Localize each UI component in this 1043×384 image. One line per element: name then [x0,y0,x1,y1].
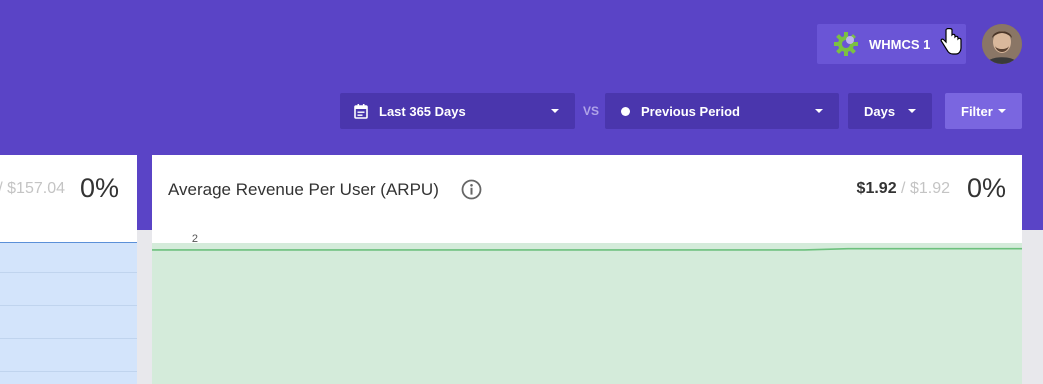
cursor-hand-icon [940,28,962,55]
gridline [0,305,137,306]
account-label: WHMCS 1 [869,36,931,52]
current-value: $1.92 [856,180,897,197]
change-percent: 0% [79,173,119,203]
y-tick-label: 2 [192,233,198,245]
vs-label: VS [583,104,600,118]
arpu-card: Average Revenue Per User (ARPU) $1.92 / … [152,155,1022,384]
previous-value: / $157.04 [0,180,65,197]
granularity-dropdown[interactable]: Days [848,93,932,129]
info-icon[interactable] [461,179,482,200]
arpu-chart: 21.81.61.41.21 [152,233,1022,384]
avatar [982,24,1022,64]
user-avatar[interactable] [982,24,1022,64]
granularity-label: Days [864,103,896,119]
gridline [0,338,137,339]
change-percent: 0% [966,173,1006,203]
gridline [0,371,137,372]
caret-down-icon [815,109,823,113]
gridline [0,272,137,273]
value-comparison: $1.92 / $1.92 [857,180,950,198]
caret-down-icon [998,109,1006,113]
filter-label: Filter [961,103,993,119]
filter-button[interactable]: Filter [945,93,1022,129]
previous-value: $1.92 [909,180,950,197]
compare-period-label: Previous Period [641,103,740,119]
metric-card-left: / $157.04 0% [0,155,137,384]
caret-down-icon [908,109,916,113]
dot-icon [621,106,630,116]
date-range-label: Last 365 Days [379,103,466,119]
calendar-icon [354,103,368,119]
series-area [152,248,1022,384]
compare-period-dropdown[interactable]: Previous Period [605,93,839,129]
gear-icon [834,32,858,56]
chart-area [0,242,137,384]
card-title: Average Revenue Per User (ARPU) [168,180,439,199]
date-range-dropdown[interactable]: Last 365 Days [340,93,575,129]
caret-down-icon [551,109,559,113]
value-separator: / [901,180,906,197]
